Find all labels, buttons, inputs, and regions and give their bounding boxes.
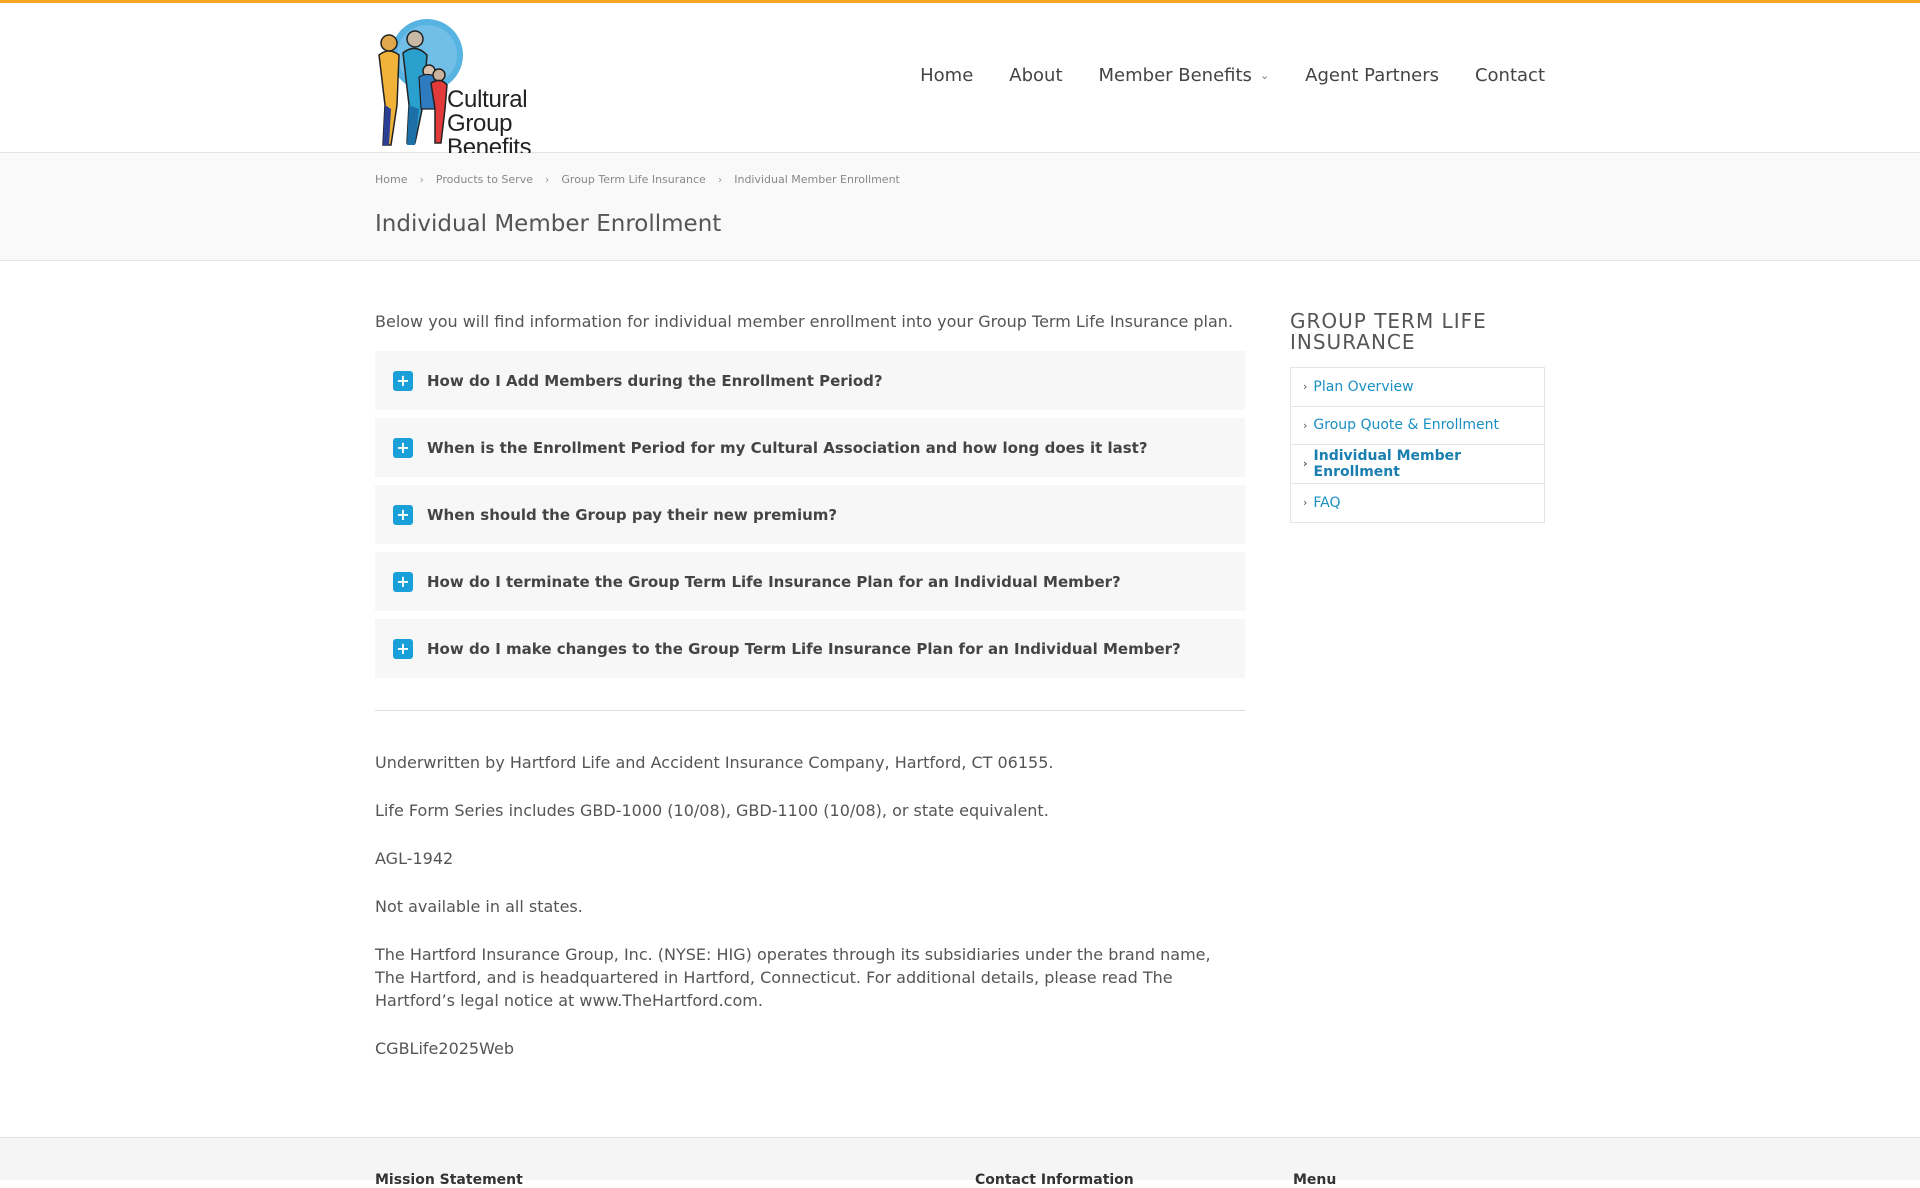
- disclosure-text: AGL-1942: [375, 849, 454, 868]
- chevron-right-icon: ›: [419, 173, 424, 186]
- disclosure-text: Life Form Series includes GBD-1000 (10/0…: [375, 801, 1049, 820]
- nav-member-benefits-label: Member Benefits: [1098, 65, 1252, 86]
- chevron-down-icon: ⌄: [1259, 69, 1270, 82]
- sidebar-header: Group Term Life Insurance: [1290, 311, 1545, 353]
- nav-about[interactable]: About: [991, 65, 1080, 86]
- page-title: Individual Member Enrollment: [375, 211, 722, 237]
- plus-icon: +: [393, 638, 413, 659]
- breadcrumb: Home › Products to Serve › Group Term Li…: [375, 173, 900, 186]
- disclosure-code: CGBLife2025Web: [375, 1039, 514, 1058]
- chevron-right-icon: ›: [1303, 418, 1308, 432]
- faq-toggle[interactable]: + When is the Enrollment Period for my C…: [375, 418, 1245, 477]
- sidebar-item-label: Plan Overview: [1313, 378, 1414, 395]
- content-divider: [375, 710, 1245, 711]
- plus-icon: +: [393, 370, 413, 391]
- faq-toggle[interactable]: + How do I terminate the Group Term Life…: [375, 552, 1245, 611]
- sidebar-item-label: Group Quote & Enrollment: [1313, 417, 1499, 434]
- logo-text: Cultural Group Benefits: [447, 88, 595, 160]
- disclosure-text: The Hartford Insurance Group, Inc. (NYSE…: [375, 945, 1211, 1010]
- faq-toggle[interactable]: + When should the Group pay their new pr…: [375, 485, 1245, 544]
- footer-heading-contact: Contact Information: [975, 1172, 1134, 1188]
- sidebar-item-label: FAQ: [1313, 494, 1341, 511]
- plus-icon: +: [393, 504, 413, 525]
- breadcrumb-home[interactable]: Home: [375, 173, 407, 186]
- sidebar-item-faq[interactable]: › FAQ: [1291, 484, 1544, 523]
- site-footer: Mission Statement Contact Information Me…: [0, 1137, 1920, 1188]
- intro-text: Below you will find information for indi…: [375, 312, 1234, 331]
- main-nav: Home About Member Benefits ⌄ Agent Partn…: [902, 65, 1545, 86]
- nav-agent-partners[interactable]: Agent Partners: [1287, 65, 1457, 86]
- plus-icon: +: [393, 571, 413, 592]
- chevron-right-icon: ›: [544, 173, 550, 186]
- chevron-right-icon: ›: [717, 173, 723, 186]
- disclosure-text: Underwritten by Hartford Life and Accide…: [375, 753, 1054, 772]
- chevron-right-icon: ›: [1303, 496, 1308, 510]
- content-area: Below you will find information for indi…: [0, 261, 1920, 1131]
- nav-home[interactable]: Home: [902, 65, 991, 86]
- breadcrumb-products[interactable]: Products to Serve: [436, 173, 533, 186]
- plus-icon: +: [393, 437, 413, 458]
- nav-member-benefits[interactable]: Member Benefits ⌄: [1081, 65, 1288, 86]
- faq-toggle[interactable]: + How do I Add Members during the Enroll…: [375, 351, 1245, 410]
- sidebar-item-individual-enrollment[interactable]: › Individual Member Enrollment: [1291, 445, 1544, 484]
- sidebar-title: Group Term Life Insurance: [1290, 309, 1487, 354]
- footer-heading-mission: Mission Statement: [375, 1172, 523, 1188]
- faq-question: How do I terminate the Group Term Life I…: [427, 572, 1121, 591]
- disclosure-text: Not available in all states.: [375, 897, 583, 916]
- breadcrumb-current: Individual Member Enrollment: [734, 173, 900, 186]
- breadcrumb-group-term-life[interactable]: Group Term Life Insurance: [561, 173, 705, 186]
- site-header: Cultural Group Benefits Home About Membe…: [0, 3, 1920, 160]
- faq-question: When should the Group pay their new prem…: [427, 505, 838, 524]
- faq-question: When is the Enrollment Period for my Cul…: [427, 438, 1148, 457]
- faq-question: How do I make changes to the Group Term …: [427, 639, 1181, 658]
- nav-contact[interactable]: Contact: [1457, 65, 1545, 86]
- faq-toggle[interactable]: + How do I make changes to the Group Ter…: [375, 619, 1245, 678]
- sidebar-item-plan-overview[interactable]: › Plan Overview: [1291, 368, 1544, 407]
- footer-heading-menu: Menu: [1293, 1172, 1337, 1188]
- chevron-right-icon: ›: [1303, 457, 1308, 471]
- logo-text-line1: Cultural Group: [447, 86, 528, 137]
- faq-question: How do I Add Members during the Enrollme…: [427, 371, 883, 390]
- sidebar-menu: › Plan Overview › Group Quote & Enrollme…: [1290, 367, 1545, 523]
- sidebar-item-label: Individual Member Enrollment: [1313, 447, 1462, 480]
- page-title-bar: Home › Products to Serve › Group Term Li…: [0, 153, 1920, 261]
- chevron-right-icon: ›: [1303, 380, 1308, 394]
- sidebar-item-group-quote[interactable]: › Group Quote & Enrollment: [1291, 407, 1544, 445]
- sidebar: Group Term Life Insurance › Plan Overvie…: [1290, 311, 1545, 523]
- main-column: Below you will find information for indi…: [375, 311, 1245, 1085]
- site-logo[interactable]: Cultural Group Benefits: [375, 13, 595, 160]
